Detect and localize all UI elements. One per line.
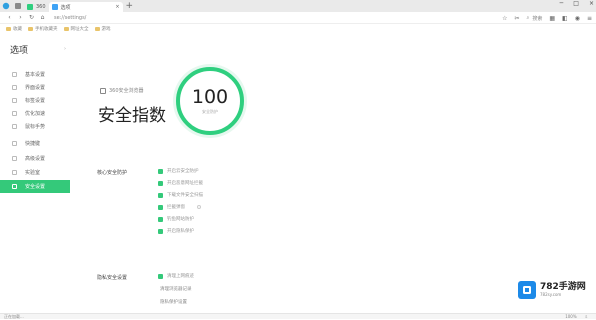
security-option[interactable]: 开启隐私保护: [158, 228, 194, 234]
close-window-icon[interactable]: ×: [589, 0, 594, 7]
bookmark-item[interactable]: 手机收藏夹: [28, 26, 58, 32]
site-logo-icon: [518, 281, 536, 299]
tab-options[interactable]: 选项 ×: [48, 2, 123, 12]
checkbox-checked-icon[interactable]: [158, 168, 163, 174]
section-privacy-label: 隐私安全设置: [97, 275, 128, 281]
interface-icon: [12, 85, 17, 90]
privacy-link[interactable]: 清理浏览器记录: [160, 286, 192, 292]
shield-icon: [12, 184, 17, 189]
bookmarks-bar: 收藏 手机收藏夹 网址大全 游戏: [0, 24, 596, 34]
checkbox-checked-icon[interactable]: [158, 273, 163, 279]
refresh-icon[interactable]: ↻: [26, 14, 37, 21]
grid-icon[interactable]: ▦: [549, 15, 555, 22]
settings-icon: [12, 72, 17, 77]
window-controls: ─ □ ×: [560, 0, 594, 7]
menu-icon[interactable]: ≡: [587, 15, 592, 22]
sidebar-item-tabs[interactable]: 标签设置: [0, 94, 70, 107]
browser-menu-icon[interactable]: [0, 0, 12, 12]
minimize-icon[interactable]: ─: [560, 0, 564, 7]
security-score: 100: [191, 85, 229, 108]
zoom-level[interactable]: 100%: [565, 314, 576, 319]
bookmark-item[interactable]: 收藏: [6, 26, 22, 32]
bookmark-item[interactable]: 游戏: [94, 26, 111, 32]
browser-logo-icon: [100, 87, 106, 94]
sidebar-item-optimize[interactable]: 优化加速: [0, 107, 70, 120]
security-score-ring: 100 安全防护: [176, 67, 244, 135]
security-panel: 360安全浏览器 安全指数 100 安全防护 核心安全防护 开启云安全防护 开启…: [70, 34, 596, 314]
checkbox-checked-icon[interactable]: [158, 192, 163, 198]
security-option[interactable]: 下载文件安全扫描: [158, 192, 203, 198]
extensions-icon[interactable]: ◧: [562, 15, 568, 22]
checkbox-checked-icon[interactable]: [158, 216, 163, 222]
status-bar: 正在加载... 100% ⇩: [0, 313, 596, 319]
folder-icon: [63, 27, 69, 31]
forward-icon[interactable]: ›: [15, 14, 26, 21]
security-option[interactable]: 钓鱼网站防护: [158, 216, 194, 222]
tab-label: 选项: [60, 4, 71, 11]
cut-icon[interactable]: ✂: [515, 15, 520, 22]
tab-favicon-icon: [27, 4, 33, 10]
address-bar: ‹ › ↻ ⌂ se://settings/ ☆ ✂ ⌕ 搜索 ▦ ◧ ◉ ≡: [0, 12, 596, 24]
tab-bar: 360 选项 × + ─ □ ×: [0, 0, 596, 12]
search-text: 搜索: [532, 15, 543, 22]
user-icon[interactable]: ◉: [575, 15, 580, 22]
tab-favicon-icon: [51, 4, 58, 10]
close-tab-icon[interactable]: ×: [115, 4, 119, 10]
download-icon[interactable]: ⇩: [585, 314, 588, 319]
lab-icon: [12, 170, 17, 175]
options-sidebar: 选项 › 基本设置 界面设置 标签设置 优化加速 鼠标手势 快捷键 高级设置 实…: [0, 34, 70, 314]
maximize-icon[interactable]: □: [573, 0, 579, 7]
tab-list-icon[interactable]: [12, 0, 24, 12]
advanced-icon: [12, 156, 17, 161]
home-icon[interactable]: ⌂: [37, 14, 48, 21]
page-title: 安全指数: [98, 106, 166, 126]
security-option[interactable]: 拦截弹窗: [158, 204, 201, 210]
folder-icon: [6, 27, 11, 31]
sidebar-title: 选项: [10, 46, 29, 56]
url-field[interactable]: se://settings/: [54, 15, 86, 21]
tab-label: 360: [36, 4, 46, 10]
score-caption: 安全防护: [202, 108, 218, 114]
speed-icon: [12, 111, 17, 116]
security-option[interactable]: 开启恶意网址拦截: [158, 180, 203, 186]
folder-icon: [94, 27, 100, 31]
sidebar-item-basic[interactable]: 基本设置: [0, 68, 70, 81]
bookmark-item[interactable]: 网址大全: [63, 26, 89, 32]
collapse-icon[interactable]: ›: [64, 46, 66, 52]
watermark-text: 782手游网: [540, 282, 586, 292]
watermark-logo: 782手游网 782sy.com: [518, 281, 586, 299]
sidebar-item-advanced[interactable]: 高级设置: [0, 152, 70, 165]
sidebar-item-lab[interactable]: 实验室: [0, 166, 70, 179]
bookmark-star-icon[interactable]: ☆: [502, 15, 507, 22]
security-option[interactable]: 开启云安全防护: [158, 168, 199, 174]
checkbox-checked-icon[interactable]: [158, 180, 163, 186]
mouse-icon: [12, 124, 17, 129]
sidebar-item-shortcuts[interactable]: 快捷键: [0, 137, 70, 150]
watermark-url: 782sy.com: [540, 292, 562, 297]
checkbox-checked-icon[interactable]: [158, 228, 163, 234]
folder-icon: [28, 27, 33, 31]
new-tab-button[interactable]: +: [126, 1, 134, 11]
section-core-label: 核心安全防护: [97, 170, 128, 176]
sidebar-item-security[interactable]: 安全设置: [0, 180, 70, 193]
privacy-link[interactable]: 隐私保护设置: [160, 299, 187, 305]
search-box[interactable]: ⌕ 搜索: [527, 15, 543, 22]
privacy-option[interactable]: 清理上网痕迹: [158, 273, 194, 279]
checkbox-checked-icon[interactable]: [158, 204, 163, 210]
tab-360[interactable]: 360: [24, 2, 49, 12]
back-icon[interactable]: ‹: [4, 14, 15, 21]
search-icon: ⌕: [526, 15, 530, 21]
version-label: 360安全浏览器: [100, 87, 144, 94]
keyboard-icon: [12, 141, 17, 146]
tabs-icon: [12, 98, 17, 103]
info-icon[interactable]: [197, 205, 201, 209]
sidebar-item-interface[interactable]: 界面设置: [0, 81, 70, 94]
sidebar-item-gestures[interactable]: 鼠标手势: [0, 120, 70, 133]
